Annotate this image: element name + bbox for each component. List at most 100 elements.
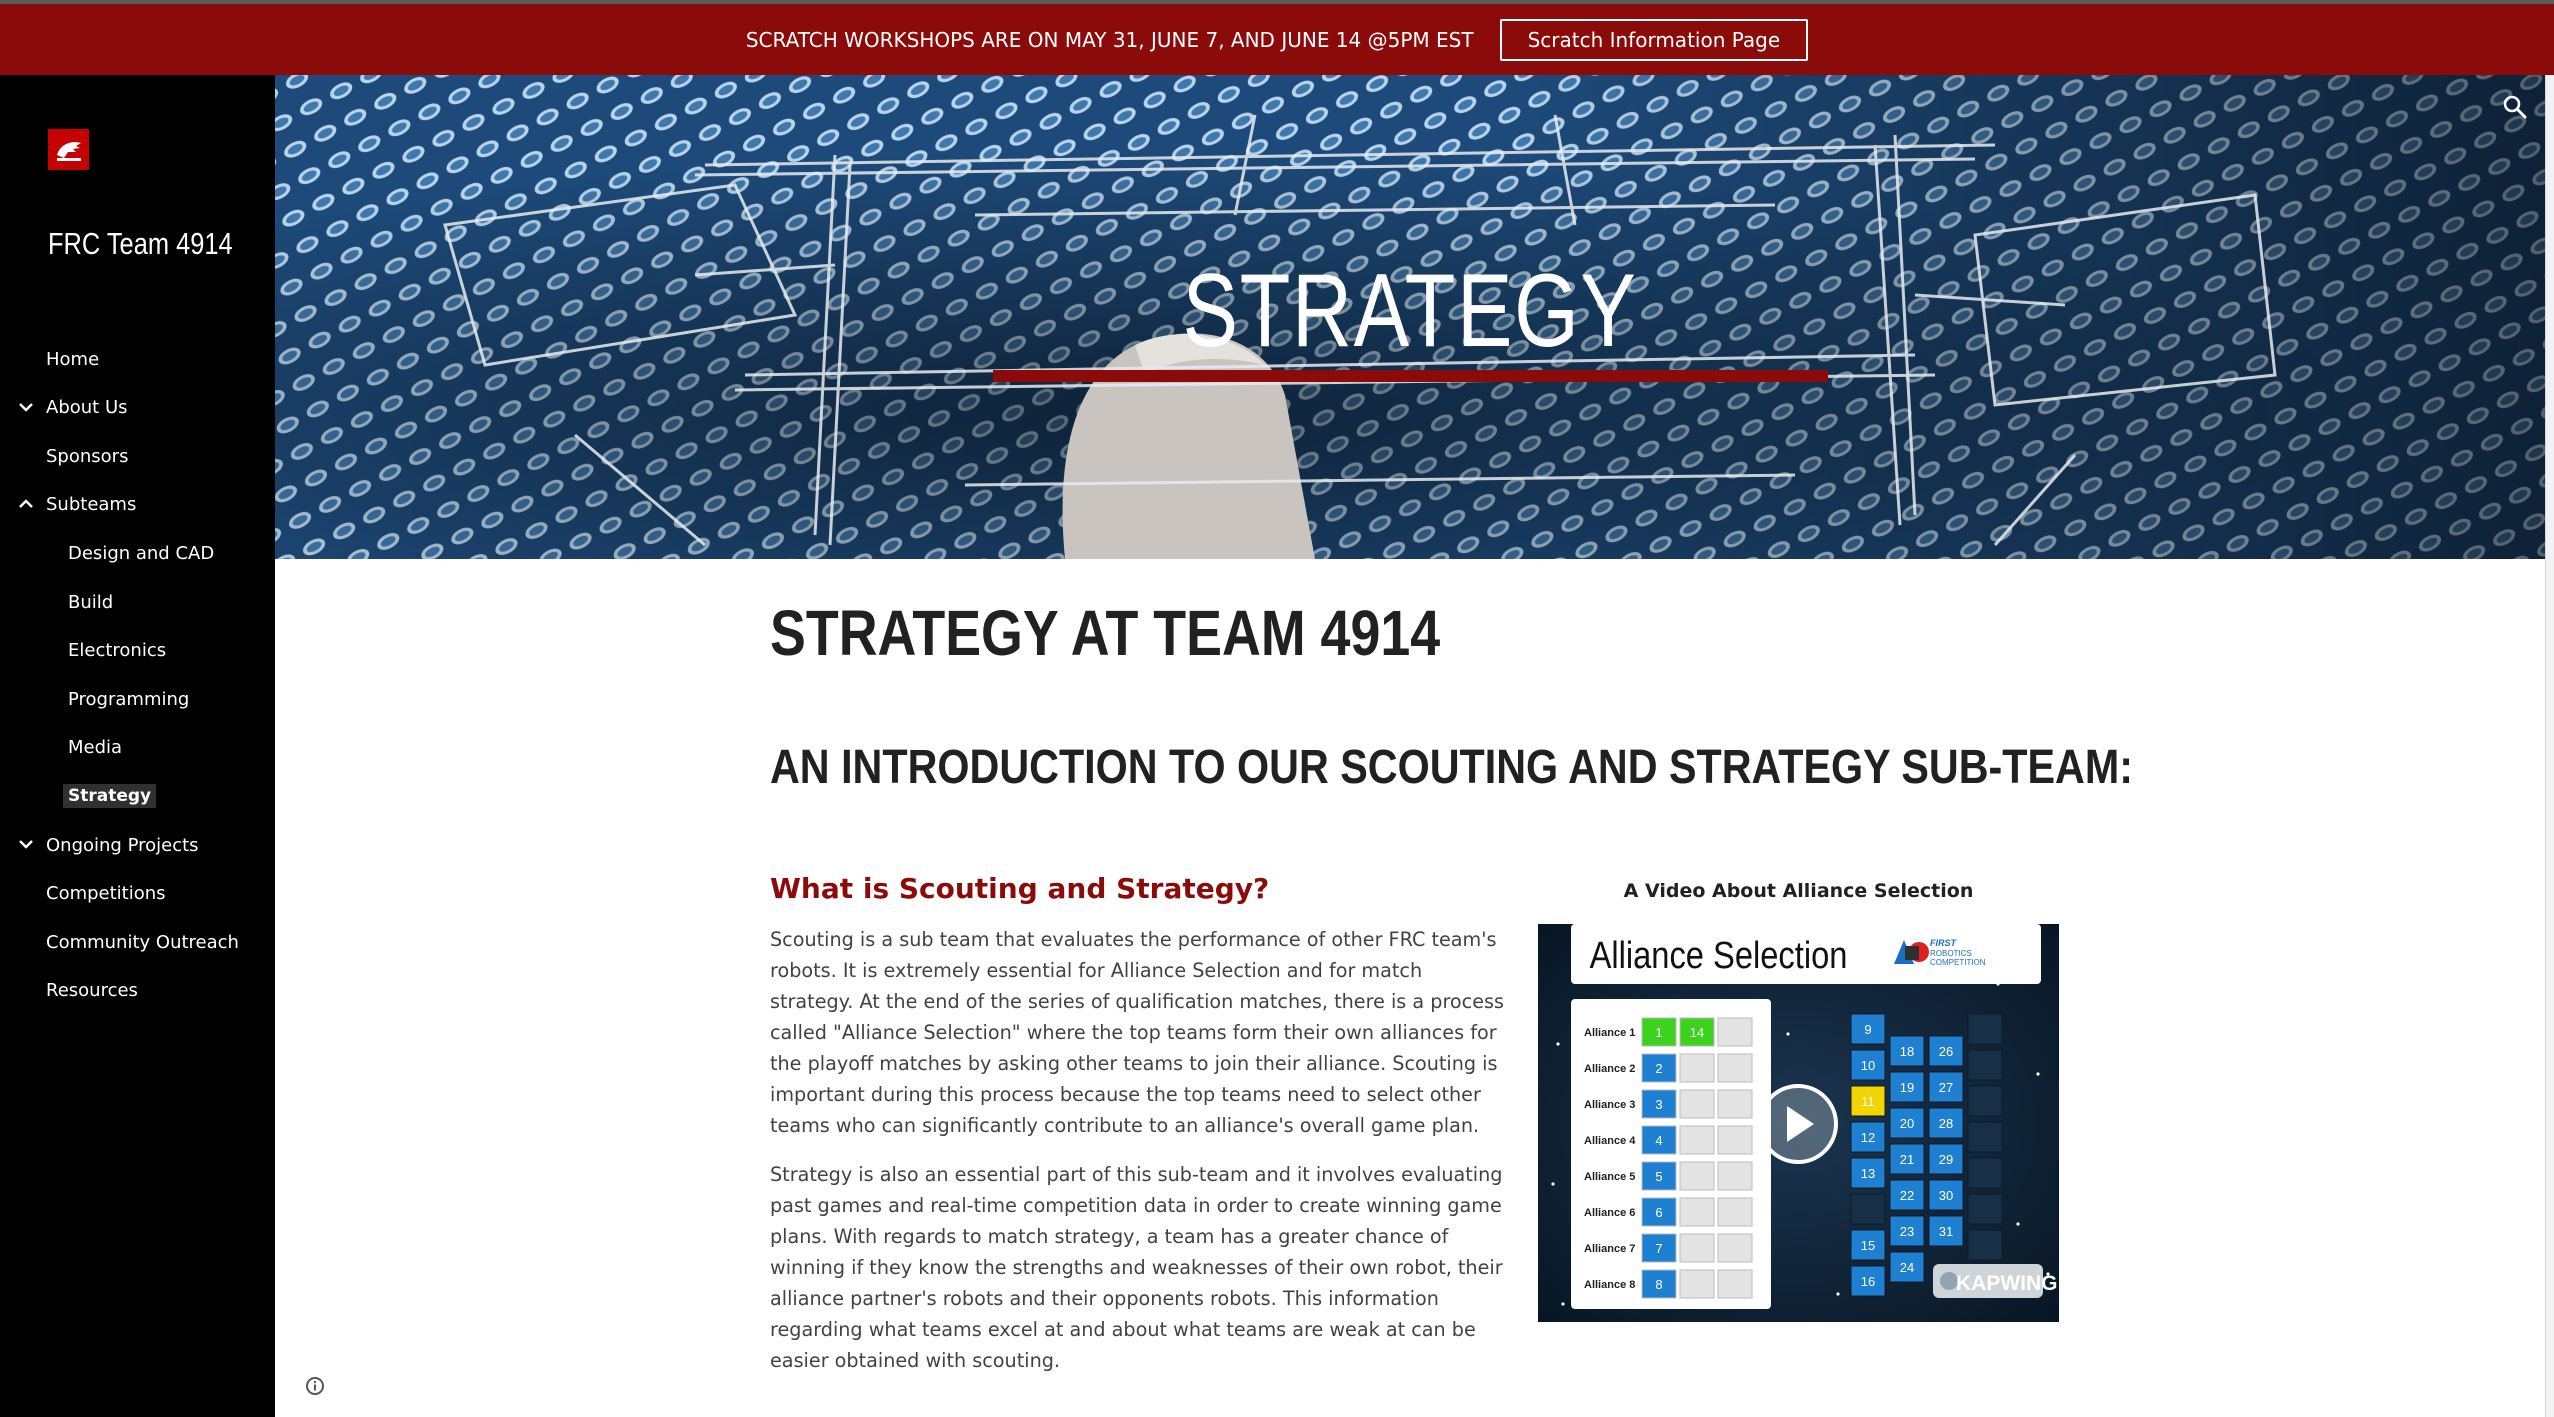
- scratch-information-button[interactable]: Scratch Information Page: [1499, 18, 1809, 61]
- alliance-label: Alliance 1: [1584, 1027, 1635, 1039]
- empty-tile: [1967, 1049, 2003, 1081]
- logo-text-1: FIRST: [1930, 938, 1958, 948]
- alliance-label: Alliance 2: [1584, 1063, 1635, 1075]
- sidebar-item-home[interactable]: Home: [0, 339, 275, 379]
- alliance-label: Alliance 4: [1584, 1135, 1636, 1147]
- kapwing-watermark: KAPWING: [1956, 1272, 2058, 1295]
- alliance-slot: [1679, 1053, 1715, 1083]
- alliance-slot: [1717, 1089, 1753, 1119]
- sidebar-item-sponsors[interactable]: Sponsors: [0, 436, 275, 476]
- sidebar-navigation: FRC Team 4914 Home About Us Sponsors Subtea…: [0, 75, 324, 1417]
- sidebar-item-label: Media: [68, 737, 123, 759]
- empty-tile: [1967, 1229, 2003, 1261]
- team-number: 21: [1900, 1152, 1914, 1167]
- sidebar-item-label: Build: [68, 591, 114, 613]
- empty-tile: [1967, 1085, 2003, 1117]
- site-title[interactable]: FRC Team 4914: [48, 226, 233, 262]
- chevron-down-icon[interactable]: [17, 398, 35, 416]
- star-dot: [1786, 1032, 1790, 1036]
- sidebar-item-electronics[interactable]: Electronics: [0, 631, 275, 671]
- alliance-slot: [1717, 1017, 1753, 1047]
- hero-banner: STRATEGY: [275, 75, 2545, 559]
- sidebar-item-label: Resources: [46, 980, 138, 1002]
- sidebar-item-media[interactable]: Media: [0, 728, 275, 768]
- alliance-label: Alliance 5: [1584, 1171, 1635, 1183]
- chevron-down-icon[interactable]: [17, 835, 35, 853]
- sidebar-item-label: About Us: [46, 397, 128, 419]
- scouting-paragraph: Scouting is a sub team that evaluates th…: [770, 928, 1504, 1137]
- alliance-slot: [1679, 1233, 1715, 1263]
- team-number: 12: [1861, 1130, 1875, 1145]
- captain-number: 5: [1655, 1169, 1662, 1184]
- sidebar-item-programming[interactable]: Programming: [0, 679, 275, 719]
- captain-number: 3: [1655, 1097, 1662, 1112]
- alliance-label: Alliance 8: [1584, 1279, 1635, 1291]
- play-icon[interactable]: [1758, 1084, 1838, 1164]
- empty-tile: [1967, 1013, 2003, 1045]
- star-dot: [1551, 1182, 1555, 1186]
- team-number: 22: [1900, 1188, 1914, 1203]
- sidebar-item-label: Electronics: [68, 640, 167, 662]
- page-heading: STRATEGY AT TEAM 4914: [770, 597, 1441, 669]
- sidebar-item-community-outreach[interactable]: Community Outreach: [0, 922, 275, 962]
- team-number: 9: [1864, 1022, 1871, 1037]
- sidebar-item-label: Home: [46, 348, 100, 370]
- star-dot: [1561, 1302, 1565, 1306]
- team-number: 16: [1861, 1274, 1875, 1289]
- team-number: 28: [1939, 1116, 1953, 1131]
- sidebar-item-label: Community Outreach: [46, 931, 239, 953]
- team-number: 24: [1900, 1260, 1914, 1275]
- captain-number: 6: [1655, 1205, 1662, 1220]
- hero-title: STRATEGY: [1182, 253, 1638, 369]
- team-number: 31: [1939, 1224, 1953, 1239]
- team-logo-icon: [56, 141, 81, 161]
- sidebar-item-label: Sponsors: [46, 445, 129, 467]
- sidebar-item-strategy[interactable]: Strategy: [0, 776, 275, 816]
- alliance-slot: [1717, 1125, 1753, 1155]
- search-icon[interactable]: [2501, 93, 2529, 121]
- alliance-slot: [1717, 1233, 1753, 1263]
- alliance-slot: [1717, 1197, 1753, 1227]
- team-tile: [1850, 1193, 1886, 1225]
- team-number: 18: [1900, 1044, 1914, 1059]
- chevron-up-icon[interactable]: [17, 495, 35, 513]
- star-dot: [2036, 1072, 2040, 1076]
- scouting-subheading: What is Scouting and Strategy?: [770, 872, 1270, 905]
- sidebar-item-label: Design and CAD: [68, 542, 215, 564]
- team-number: 29: [1939, 1152, 1953, 1167]
- sidebar-item-design-and-cad[interactable]: Design and CAD: [0, 533, 275, 573]
- sidebar-item-label: Subteams: [46, 494, 137, 516]
- sidebar-item-label: Programming: [68, 688, 190, 710]
- thumb-title: Alliance Selection: [1590, 934, 1848, 977]
- sidebar-item-resources[interactable]: Resources: [0, 971, 275, 1011]
- alliance-slot: [1679, 1089, 1715, 1119]
- star-dot: [2016, 1222, 2020, 1226]
- sidebar-item-about-us[interactable]: About Us: [0, 388, 275, 428]
- sidebar-item-subteams[interactable]: Subteams: [0, 485, 275, 525]
- sidebar-item-build[interactable]: Build: [0, 582, 275, 622]
- scrollbar[interactable]: [2545, 75, 2554, 1417]
- captain-number: 4: [1655, 1133, 1662, 1148]
- captain-number: 1: [1655, 1025, 1662, 1040]
- empty-tile: [1967, 1157, 2003, 1189]
- sidebar-item-competitions[interactable]: Competitions: [0, 874, 275, 914]
- team-number: 20: [1900, 1116, 1914, 1131]
- team-logo[interactable]: [48, 129, 89, 170]
- info-icon[interactable]: [303, 1374, 327, 1398]
- video-caption: A Video About Alliance Selection: [1623, 880, 1974, 902]
- empty-tile: [1967, 1121, 2003, 1153]
- first-pick-number: 14: [1690, 1025, 1704, 1040]
- alliance-slot: [1717, 1053, 1753, 1083]
- captain-number: 7: [1655, 1241, 1662, 1256]
- alliance-label: Alliance 6: [1584, 1207, 1635, 1219]
- announcement-text: SCRATCH WORKSHOPS ARE ON MAY 31, JUNE 7,…: [745, 27, 1474, 52]
- team-number: 19: [1900, 1080, 1914, 1095]
- section-heading: AN INTRODUCTION TO OUR SCOUTING AND STRA…: [770, 741, 2133, 794]
- sidebar-item-ongoing-projects[interactable]: Ongoing Projects: [0, 825, 275, 865]
- video-player[interactable]: Alliance Selection FIRST ROBOTICS COMPET…: [1538, 924, 2059, 1322]
- captain-number: 8: [1655, 1277, 1662, 1292]
- team-number: 23: [1900, 1224, 1914, 1239]
- sidebar-item-label: Ongoing Projects: [46, 834, 199, 856]
- strategy-paragraph: Strategy is also an essential part of th…: [770, 1163, 1503, 1372]
- alliance-slot: [1717, 1269, 1753, 1299]
